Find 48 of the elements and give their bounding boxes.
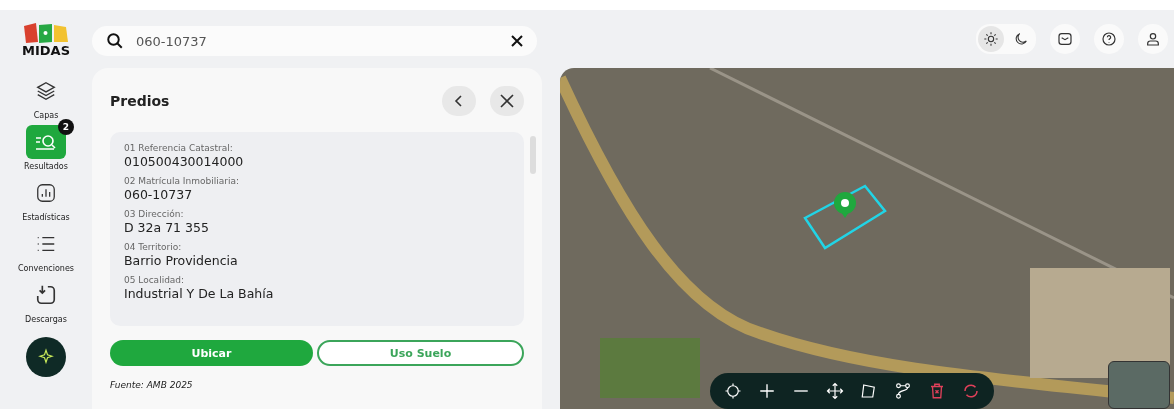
close-button[interactable] xyxy=(490,86,524,116)
count-badge: 2 xyxy=(58,119,74,135)
logo-icon xyxy=(22,22,70,44)
logo-text: MIDAS xyxy=(22,44,70,58)
chart-icon xyxy=(35,182,57,204)
close-icon[interactable] xyxy=(511,35,523,47)
satellite-map-drawing[interactable] xyxy=(560,68,1174,409)
panel-title: Predios xyxy=(110,93,171,109)
sidebar-label: Resultados xyxy=(24,162,68,171)
sidebar-label: Convenciones xyxy=(18,264,74,273)
target-icon[interactable] xyxy=(724,382,742,400)
search-icon xyxy=(106,32,124,50)
mail-icon[interactable] xyxy=(1050,24,1080,54)
help-icon[interactable] xyxy=(1094,24,1124,54)
polygon-icon[interactable] xyxy=(860,382,878,400)
sparkle-icon xyxy=(37,348,55,366)
search-field[interactable]: 060-10737 xyxy=(92,26,537,56)
assistant-button[interactable] xyxy=(26,337,66,377)
scrollbar-thumb[interactable] xyxy=(530,136,536,174)
back-button[interactable] xyxy=(442,86,476,116)
move-icon[interactable] xyxy=(826,382,844,400)
download-icon xyxy=(35,284,57,306)
locate-button[interactable]: Ubicar xyxy=(110,340,313,366)
chevron-left-icon xyxy=(454,94,464,108)
source-note: Fuente: AMB 2025 xyxy=(110,380,194,390)
field-label: 03 Dirección: xyxy=(124,208,185,220)
sidebar-label: Descargas xyxy=(25,315,67,324)
zoom-in-icon[interactable] xyxy=(758,382,776,400)
user-icon[interactable] xyxy=(1138,24,1168,54)
field-label: 02 Matrícula Inmobiliaria: xyxy=(124,175,240,187)
field-value: 060-10737 xyxy=(124,187,194,203)
theme-toggle[interactable] xyxy=(976,24,1036,54)
field-label: 01 Referencia Catastral: xyxy=(124,142,234,154)
route-icon[interactable] xyxy=(894,382,912,400)
field-value: Barrio Providencia xyxy=(124,253,239,269)
layers-icon xyxy=(35,80,57,102)
refresh-icon[interactable] xyxy=(962,382,980,400)
field-label: 05 Localidad: xyxy=(124,274,186,286)
sidebar-label: Capas xyxy=(33,111,59,120)
sidebar-label: Estadísticas xyxy=(22,213,70,222)
trash-icon[interactable] xyxy=(928,382,946,400)
field-value: D 32a 71 355 xyxy=(124,220,210,236)
field-label: 04 Territorio: xyxy=(124,241,183,253)
sun-icon[interactable] xyxy=(978,26,1004,52)
field-value: Industrial Y De La Bahía xyxy=(124,286,275,302)
land-use-button[interactable]: Uso Suelo xyxy=(317,340,524,366)
field-value: 010500430014000 xyxy=(124,154,245,170)
close-icon xyxy=(500,94,514,108)
